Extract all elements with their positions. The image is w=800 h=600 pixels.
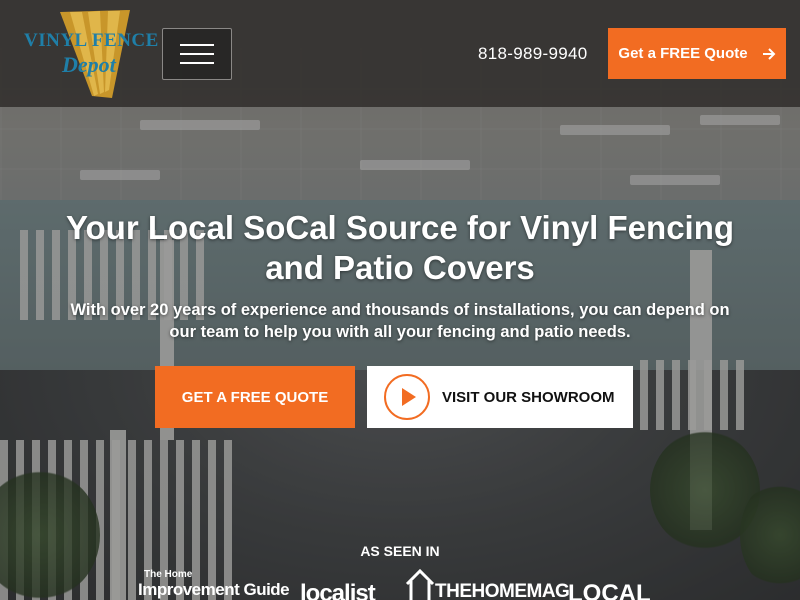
home-improvement-guide-logo: The Home Improvement Guide (138, 569, 290, 600)
local-logo: LOCAL (568, 580, 651, 600)
hamburger-line (180, 62, 214, 64)
as-seen-in-heading: AS SEEN IN (360, 543, 440, 559)
hero-subtitle: With over 20 years of experience and tho… (70, 301, 730, 341)
hamburger-menu-button[interactable] (162, 28, 232, 80)
visit-showroom-label: VISIT OUR SHOWROOM (442, 388, 615, 406)
the-home-mag-logo: THEHOMEMAG (405, 568, 570, 600)
hero-title: Your Local SoCal Source for Vinyl Fencin… (65, 209, 735, 286)
hamburger-line (180, 53, 214, 55)
header-free-quote-button[interactable]: Get a FREE Quote (608, 28, 786, 79)
header-free-quote-label: Get a FREE Quote (618, 45, 748, 62)
site-header: VINYL FENCE Depot 818-989-9940 Get a FRE… (0, 0, 800, 107)
localist-logo: localist (300, 580, 376, 600)
vinyl-fence-depot-logo[interactable]: VINYL FENCE Depot (22, 6, 159, 101)
arrow-right-icon (762, 47, 776, 60)
play-icon (384, 374, 430, 420)
hamburger-line (180, 44, 214, 46)
get-free-quote-button[interactable]: GET A FREE QUOTE (155, 366, 355, 428)
phone-number-link[interactable]: 818-989-9940 (478, 44, 587, 64)
logo-line-2: Depot (62, 52, 116, 77)
visit-showroom-button[interactable]: VISIT OUR SHOWROOM (367, 366, 633, 428)
house-icon (405, 568, 435, 600)
logo-line-1: VINYL FENCE (24, 30, 159, 51)
